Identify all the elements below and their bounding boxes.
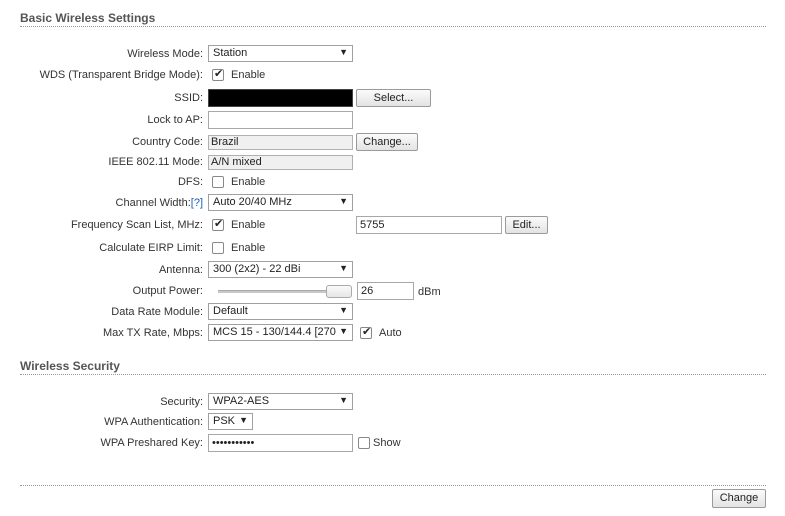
security-value: WPA2-AES [213, 395, 270, 407]
ssid-row: SSID: Select... [0, 89, 785, 109]
wpa-auth-value: PSK [213, 415, 236, 427]
security-row: Security: WPA2-AES ▼ [0, 393, 785, 413]
data-rate-select[interactable]: Default ▼ [208, 303, 353, 320]
section-divider [20, 374, 766, 375]
show-key-label: Show [373, 437, 401, 449]
country-change-button[interactable]: Change... [356, 133, 418, 151]
chevron-down-icon: ▼ [339, 47, 348, 57]
chevron-down-icon: ▼ [339, 305, 348, 315]
chevron-down-icon: ▼ [339, 263, 348, 273]
lock-ap-input[interactable] [208, 111, 353, 129]
antenna-select[interactable]: 300 (2x2) - 22 dBi ▼ [208, 261, 353, 278]
show-key-checkbox[interactable] [358, 437, 370, 449]
chevron-down-icon: ▼ [339, 395, 348, 405]
data-rate-row: Data Rate Module: Default ▼ [0, 303, 785, 323]
dfs-label: DFS: [177, 176, 203, 188]
wireless-mode-label: Wireless Mode: [127, 48, 203, 60]
freq-scan-enable-label: Enable [231, 219, 266, 231]
ieee-row: IEEE 802.11 Mode: A/N mixed [0, 153, 785, 173]
wds-checkbox[interactable] [212, 67, 224, 81]
wpa-key-label: WPA Preshared Key: [100, 437, 203, 449]
dfs-enable-label: Enable [231, 176, 266, 188]
basic-wireless-title: Basic Wireless Settings [20, 11, 156, 25]
channel-width-help-link[interactable]: [?] [191, 197, 203, 209]
wpa-auth-label: WPA Authentication: [104, 416, 203, 428]
max-tx-row: Max TX Rate, Mbps: MCS 15 - 130/144.4 [2… [0, 324, 785, 344]
wpa-auth-select[interactable]: PSK ▼ [208, 413, 253, 430]
wpa-key-input[interactable]: ••••••••••• [208, 434, 353, 452]
country-label: Country Code: [132, 136, 203, 148]
max-tx-value: MCS 15 - 130/144.4 [270 [213, 326, 336, 338]
security-label: Security: [160, 396, 203, 408]
wireless-mode-row: Wireless Mode: Station ▼ [0, 45, 785, 65]
channel-width-row: Channel Width:[?] Auto 20/40 MHz ▼ [0, 194, 785, 214]
output-power-slider-handle[interactable] [326, 285, 352, 298]
freq-scan-input[interactable]: 5755 [356, 216, 502, 234]
ssid-select-button[interactable]: Select... [356, 89, 431, 107]
freq-scan-checkbox[interactable] [212, 217, 224, 231]
max-tx-label: Max TX Rate, Mbps: [102, 327, 203, 339]
wds-label: WDS (Transparent Bridge Mode): [39, 69, 203, 81]
freq-scan-label: Frequency Scan List, MHz: [70, 219, 203, 231]
wireless-security-title: Wireless Security [20, 359, 120, 373]
wpa-key-row: WPA Preshared Key: ••••••••••• Show [0, 434, 785, 454]
wireless-mode-select[interactable]: Station ▼ [208, 45, 353, 62]
max-tx-auto-checkbox[interactable] [360, 325, 372, 339]
data-rate-label: Data Rate Module: [111, 306, 203, 318]
antenna-row: Antenna: 300 (2x2) - 22 dBi ▼ [0, 261, 785, 281]
output-power-unit: dBm [418, 286, 441, 298]
chevron-down-icon: ▼ [339, 196, 348, 206]
channel-width-value: Auto 20/40 MHz [213, 196, 292, 208]
channel-width-label-group: Channel Width:[?] [116, 197, 203, 209]
output-power-input[interactable]: 26 [357, 282, 414, 300]
channel-width-select[interactable]: Auto 20/40 MHz ▼ [208, 194, 353, 211]
wds-enable-label: Enable [231, 69, 266, 81]
country-row: Country Code: Brazil Change... [0, 133, 785, 153]
output-power-label: Output Power: [132, 285, 203, 297]
eirp-checkbox[interactable] [212, 242, 224, 254]
max-tx-select[interactable]: MCS 15 - 130/144.4 [270 ▼ [208, 324, 353, 341]
antenna-label: Antenna: [158, 264, 203, 276]
wireless-mode-value: Station [213, 47, 248, 59]
wds-row: WDS (Transparent Bridge Mode): Enable [0, 66, 785, 86]
antenna-value: 300 (2x2) - 22 dBi [213, 263, 301, 275]
freq-edit-button[interactable]: Edit... [505, 216, 548, 234]
max-tx-auto-label: Auto [379, 327, 402, 339]
wpa-auth-row: WPA Authentication: PSK ▼ [0, 413, 785, 433]
lock-ap-label: Lock to AP: [147, 114, 203, 126]
eirp-enable-label: Enable [231, 242, 266, 254]
dfs-row: DFS: Enable [0, 173, 785, 193]
eirp-row: Calculate EIRP Limit: Enable [0, 239, 785, 259]
ieee-field: A/N mixed [208, 155, 353, 170]
lock-ap-row: Lock to AP: [0, 111, 785, 131]
chevron-down-icon: ▼ [239, 415, 248, 425]
chevron-down-icon: ▼ [339, 326, 348, 336]
freq-scan-row: Frequency Scan List, MHz: Enable 5755 Ed… [0, 216, 785, 236]
channel-width-label: Channel Width: [115, 197, 191, 209]
eirp-label: Calculate EIRP Limit: [99, 242, 203, 254]
section-divider [20, 26, 766, 27]
ssid-input[interactable] [208, 89, 353, 107]
security-select[interactable]: WPA2-AES ▼ [208, 393, 353, 410]
change-button[interactable]: Change [712, 489, 766, 508]
country-field: Brazil [208, 135, 353, 150]
footer-divider [20, 485, 766, 486]
output-power-row: Output Power: 26 dBm [0, 282, 785, 302]
ieee-label: IEEE 802.11 Mode: [108, 156, 203, 168]
dfs-checkbox[interactable] [212, 176, 224, 188]
ssid-label: SSID: [174, 92, 203, 104]
data-rate-value: Default [213, 305, 248, 317]
